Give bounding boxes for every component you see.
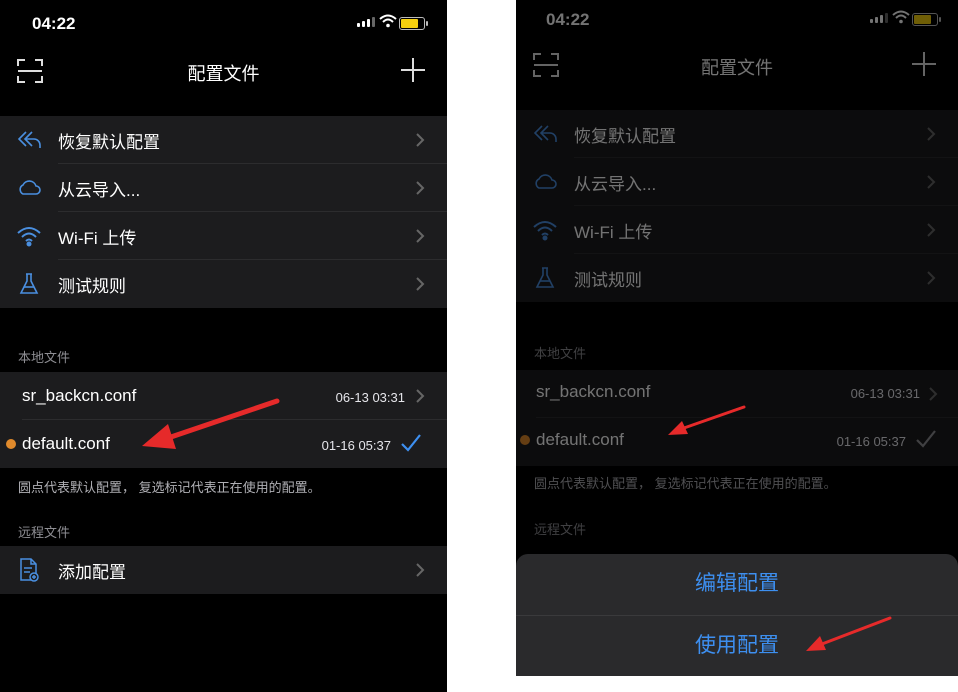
file-date: 01-16 05:37 [321,438,391,453]
file-date: 06-13 03:31 [335,390,405,405]
chevron-right-icon [416,133,425,152]
cloud-icon [16,176,42,200]
chevron-right-icon [416,563,425,582]
test-icon [16,272,42,296]
phone-screen-left: 04:22 配置文件 恢复默认配置 从云导入... Wi-Fi 上传 测试规则 … [0,0,447,692]
file-name: default.conf [22,434,110,453]
restore-icon [16,128,42,152]
annotation-arrow [668,405,746,435]
page-title: 配置文件 [187,64,260,84]
annotation-arrow [806,616,892,651]
menu-item-import-cloud[interactable]: 从云导入... [0,164,447,212]
edit-config-button[interactable]: 编辑配置 [516,554,958,614]
status-time: 04:22 [32,14,76,33]
remote-group: 添加配置 [0,546,447,594]
menu-item-wifi-upload[interactable]: Wi-Fi 上传 [0,212,447,260]
signal-icon [357,17,375,27]
add-icon[interactable] [399,56,427,89]
add-config-button[interactable]: 添加配置 [0,546,447,594]
menu-item-restore-default[interactable]: 恢复默认配置 [0,116,447,164]
section-header-local: 本地文件 [18,350,71,365]
battery-icon [399,17,428,30]
checkmark-icon [401,434,421,457]
add-file-icon [16,558,42,582]
chevron-right-icon [416,389,425,408]
wifi-status-icon [379,14,397,33]
chevron-right-icon [416,181,425,200]
nav-bar: 配置文件 [0,48,447,98]
menu-label: 测试规则 [58,276,126,296]
menu-label: 恢复默认配置 [58,132,160,152]
menu-label: Wi-Fi 上传 [58,228,137,248]
chevron-right-icon [416,277,425,296]
menu-label: 从云导入... [58,180,141,200]
legend-note: 圆点代表默认配置， 复选标记代表正在使用的配置。 [18,480,321,495]
chevron-right-icon [416,229,425,248]
wifi-icon [16,224,42,248]
annotation-arrow [142,398,280,449]
menu-item-test-rules[interactable]: 测试规则 [0,260,447,308]
default-dot-icon [6,439,16,449]
phone-screen-right: 04:22 配置文件 恢复默认配置 从云导入... Wi- [516,0,958,676]
section-header-remote: 远程文件 [18,525,71,540]
file-name: sr_backcn.conf [22,386,137,405]
add-config-label: 添加配置 [58,562,126,582]
status-bar: 04:22 [0,0,447,48]
menu-group: 恢复默认配置 从云导入... Wi-Fi 上传 测试规则 [0,116,447,308]
